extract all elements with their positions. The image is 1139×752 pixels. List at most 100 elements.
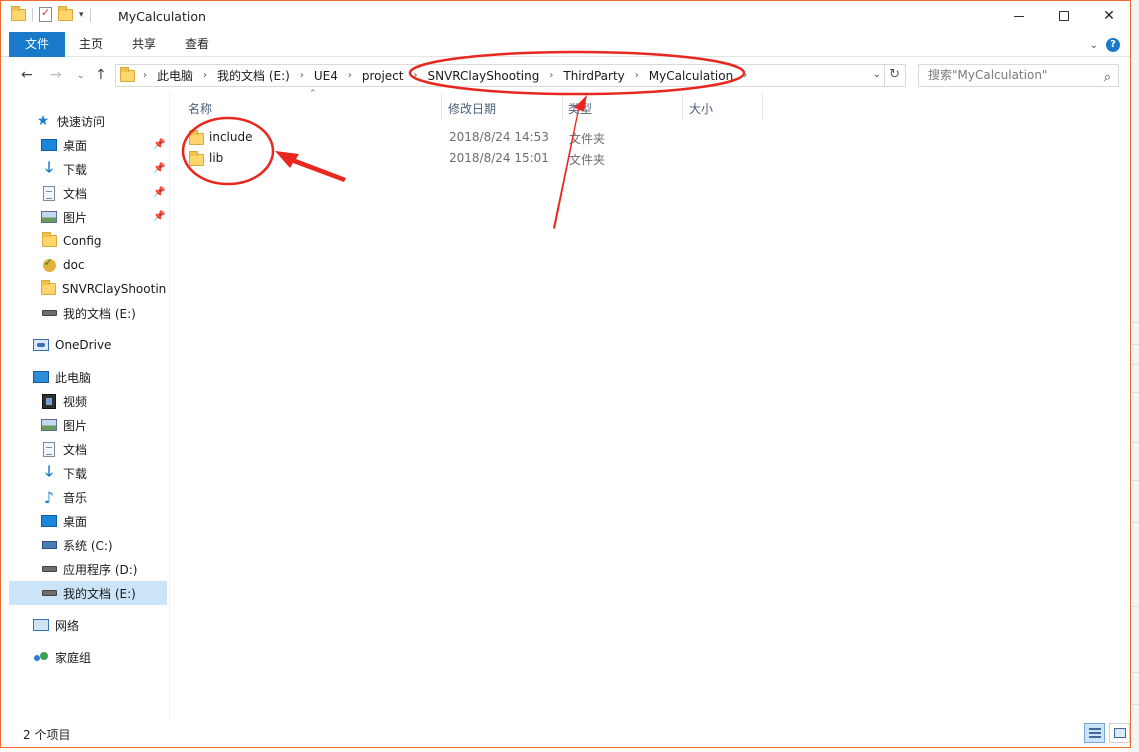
drive-icon — [41, 566, 57, 572]
status-item-count: 2 个项目 — [23, 728, 71, 742]
pin-icon: 📌 — [153, 211, 166, 222]
nav-item-pc-documents[interactable]: 文档 — [1, 437, 167, 461]
background-window-edge — [1132, 0, 1139, 752]
nav-item-drive-c[interactable]: 系统 (C:) — [1, 533, 167, 557]
tab-view[interactable]: 查看 — [173, 32, 221, 57]
explorer-window: ▾ MyCalculation ✕ 文件 主页 共享 查看 ⌄ ? ← → ⌄ … — [0, 0, 1131, 748]
drive-icon — [41, 310, 57, 316]
nav-item-downloads[interactable]: 🡓 下载 📌 — [1, 157, 167, 181]
column-header-date[interactable]: 修改日期 — [448, 100, 560, 120]
tab-share[interactable]: 共享 — [120, 32, 168, 57]
pin-icon: 📌 — [153, 187, 166, 198]
file-row-include[interactable]: include 2018/8/24 14:53 文件夹 — [181, 127, 781, 148]
nav-item-music[interactable]: ♪ 音乐 — [1, 485, 167, 509]
tab-file[interactable]: 文件 — [9, 32, 65, 57]
column-header-size[interactable]: 大小 — [689, 100, 759, 120]
folder-icon — [120, 66, 135, 82]
nav-item-pc-downloads[interactable]: 🡓 下载 — [1, 461, 167, 485]
title-bar: ▾ MyCalculation ✕ — [1, 1, 1130, 32]
nav-item-pictures[interactable]: 图片 📌 — [1, 205, 167, 229]
homegroup-icon — [34, 650, 48, 664]
breadcrumb-drive-e[interactable]: 我的文档 (E:) — [217, 67, 290, 84]
star-icon: ★ — [36, 113, 50, 129]
navigation-pane: ★ 快速访问 桌面 📌 🡓 下载 📌 文档 📌 图片 📌 Config ✓ do… — [1, 97, 169, 717]
breadcrumb-this-pc[interactable]: 此电脑 — [157, 67, 193, 84]
desktop-icon — [41, 515, 57, 527]
navigation-row: ← → ⌄ ↑ › 此电脑 › 我的文档 (E:) › UE4 › projec… — [1, 59, 1130, 92]
drive-icon — [41, 590, 57, 596]
breadcrumb-mycalculation[interactable]: MyCalculation — [649, 69, 733, 83]
quick-access-toolbar: ▾ — [11, 5, 91, 22]
document-icon — [43, 185, 55, 201]
nav-item-drive-d[interactable]: 应用程序 (D:) — [1, 557, 167, 581]
expand-ribbon-icon[interactable]: ⌄ — [1090, 40, 1098, 51]
details-view-button[interactable] — [1084, 723, 1105, 743]
nav-item-videos[interactable]: 视频 — [1, 389, 167, 413]
pin-icon: 📌 — [153, 163, 166, 174]
maximize-button[interactable] — [1041, 1, 1087, 31]
address-bar[interactable]: › 此电脑 › 我的文档 (E:) › UE4 › project › SNVR… — [115, 64, 906, 87]
new-folder-icon[interactable] — [58, 5, 73, 21]
folder-icon — [11, 5, 26, 21]
document-icon — [43, 441, 55, 457]
nav-homegroup[interactable]: 家庭组 — [1, 645, 167, 669]
download-icon: 🡓 — [45, 157, 53, 176]
breadcrumb-ue4[interactable]: UE4 — [314, 69, 338, 83]
minimize-button[interactable] — [996, 1, 1042, 31]
system-drive-icon — [41, 541, 57, 549]
pictures-icon — [41, 419, 57, 431]
breadcrumb-thirdparty[interactable]: ThirdParty — [563, 69, 624, 83]
file-type: 文件夹 — [569, 153, 606, 167]
refresh-icon[interactable]: ↻ — [889, 67, 900, 82]
recent-locations-icon[interactable]: ⌄ — [77, 71, 85, 81]
video-icon — [42, 393, 56, 409]
nav-item-drive-e-quick[interactable]: 我的文档 (E:) — [1, 301, 167, 325]
search-input[interactable]: 搜索"MyCalculation" ⌕ — [918, 64, 1119, 87]
close-button[interactable]: ✕ — [1086, 1, 1132, 31]
search-icon[interactable]: ⌕ — [1104, 67, 1111, 88]
search-placeholder: 搜索"MyCalculation" — [928, 68, 1048, 82]
nav-this-pc[interactable]: 此电脑 — [1, 365, 167, 389]
column-header-type[interactable]: 类型 — [568, 100, 680, 120]
nav-item-doc[interactable]: doc — [1, 253, 167, 277]
properties-icon[interactable] — [39, 6, 52, 22]
address-dropdown-icon[interactable]: ⌄ — [873, 69, 881, 80]
forward-button[interactable]: → — [50, 67, 62, 83]
help-icon[interactable]: ? — [1106, 38, 1120, 52]
nav-onedrive[interactable]: OneDrive — [1, 333, 167, 357]
breadcrumb-snvrclayshooting[interactable]: SNVRClayShooting — [427, 69, 539, 83]
nav-network[interactable]: 网络 — [1, 613, 167, 637]
file-row-lib[interactable]: lib 2018/8/24 15:01 文件夹 — [181, 148, 781, 169]
file-type: 文件夹 — [569, 132, 606, 146]
nav-item-pc-pictures[interactable]: 图片 — [1, 413, 167, 437]
nav-item-desktop[interactable]: 桌面 📌 — [1, 133, 167, 157]
file-name[interactable]: include — [209, 130, 252, 144]
synced-folder-icon — [42, 256, 56, 272]
sort-ascending-icon: ⌃ — [309, 89, 317, 99]
chevron-down-icon[interactable]: ▾ — [79, 10, 84, 20]
large-icons-view-button[interactable] — [1109, 723, 1130, 743]
close-icon: ✕ — [1103, 8, 1115, 24]
column-header-name[interactable]: 名称 — [188, 100, 441, 120]
folder-icon — [41, 232, 57, 247]
up-button[interactable]: ↑ — [95, 67, 107, 83]
nav-quick-access[interactable]: ★ 快速访问 — [1, 109, 167, 133]
file-date: 2018/8/24 14:53 — [449, 130, 549, 144]
breadcrumb-project[interactable]: project — [362, 69, 404, 83]
folder-icon — [189, 130, 204, 145]
back-button[interactable]: ← — [21, 67, 33, 83]
nav-item-drive-e[interactable]: 我的文档 (E:) — [9, 581, 167, 605]
nav-item-snvrclayshooting[interactable]: SNVRClayShooting — [1, 277, 167, 301]
nav-item-pc-desktop[interactable]: 桌面 — [1, 509, 167, 533]
desktop-icon — [41, 139, 57, 151]
nav-item-config[interactable]: Config — [1, 229, 167, 253]
pin-icon: 📌 — [153, 139, 166, 150]
nav-item-documents[interactable]: 文档 📌 — [1, 181, 167, 205]
file-name[interactable]: lib — [209, 151, 223, 165]
details-view-icon — [1088, 728, 1101, 738]
tab-home[interactable]: 主页 — [67, 32, 115, 57]
ribbon: 文件 主页 共享 查看 ⌄ ? — [1, 32, 1130, 57]
window-title: MyCalculation — [118, 9, 206, 24]
download-icon: 🡓 — [45, 461, 53, 480]
minimize-icon — [1014, 15, 1024, 17]
